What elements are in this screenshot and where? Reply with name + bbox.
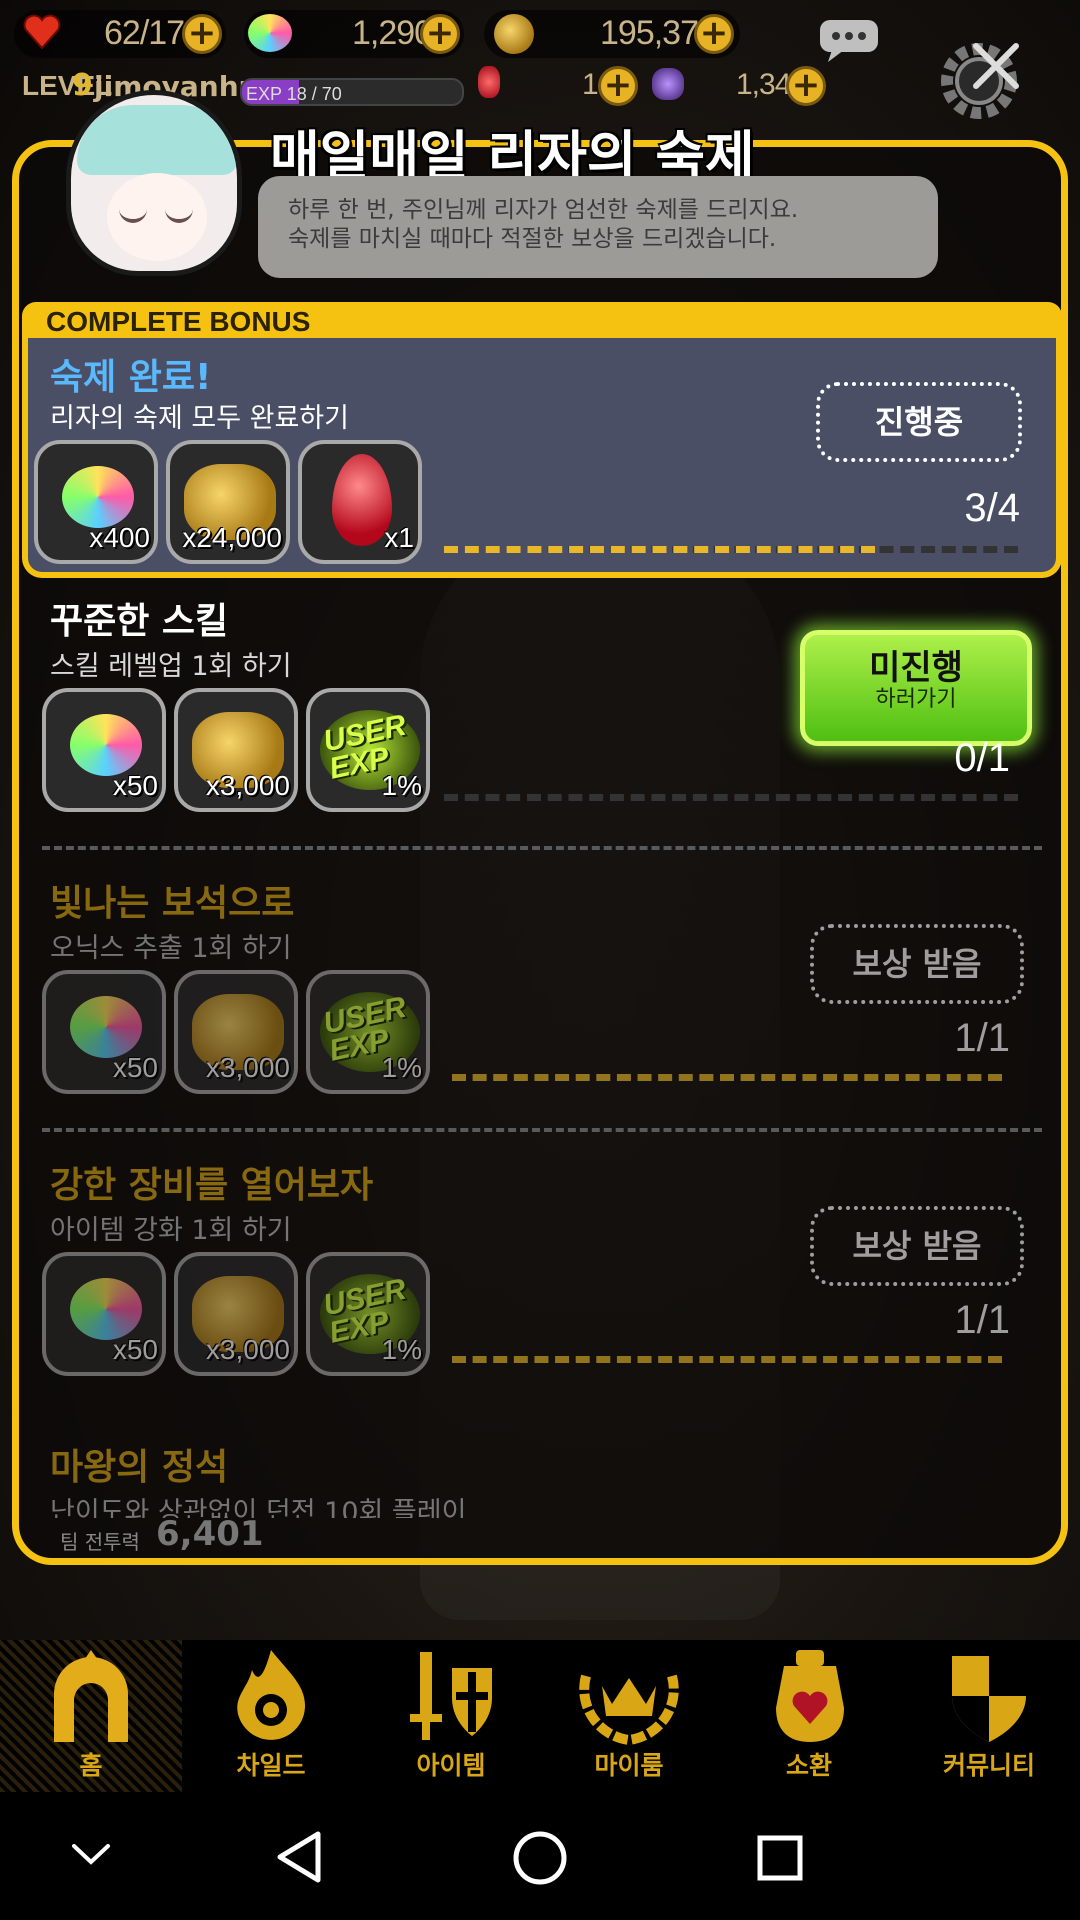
shield-crest-icon (952, 1656, 1026, 1742)
reward-user-exp: USER EXP 1% (306, 688, 430, 812)
complete-bonus-label: COMPLETE BONUS (46, 306, 311, 337)
exp-text: EXP 18 / 70 (246, 84, 342, 104)
hearts-value: 62/17 (104, 14, 185, 52)
team-power-label: 팀 전투력 (60, 1530, 140, 1554)
quest-subtitle: 오닉스 추출 1회 하기 (50, 933, 292, 964)
team-power-value: 6,401 (156, 1514, 264, 1554)
gem-icon (70, 714, 142, 776)
back-triangle-icon[interactable] (274, 1830, 324, 1884)
divider (42, 846, 1042, 850)
nav-item[interactable]: 아이템 (362, 1640, 540, 1792)
reward-gold: x3,000 (174, 688, 298, 812)
red-crystal-icon (332, 454, 392, 546)
quest-title: 빛나는 보석으로 (50, 883, 295, 924)
quest-progress-fill (452, 1356, 1002, 1363)
reward-gold: x24,000 (166, 440, 290, 564)
speech-text: 하루 한 번, 주인님께 리자가 엄선한 숙제를 드리지요. 숙제를 마치실 때… (288, 197, 799, 252)
nav-community[interactable]: 커뮤니티 (900, 1640, 1078, 1792)
gem-icon (62, 466, 134, 528)
reward-user-exp: USER EXP 1% (306, 970, 430, 1094)
gem-icon (248, 14, 292, 52)
quest-title: 꾸준한 스킬 (50, 601, 229, 642)
nav-myroom[interactable]: 마이룸 (540, 1640, 718, 1792)
chat-icon[interactable] (818, 18, 880, 64)
nav-child[interactable]: 차일드 (182, 1640, 360, 1792)
reward-gold: x3,000 (174, 1252, 298, 1376)
quest-progress-fill (452, 1074, 1002, 1081)
quest-title: 마왕의 정석 (50, 1447, 229, 1488)
quest-progress: 1/1 (954, 1016, 1010, 1060)
quest-title: 강한 장비를 열어보자 (50, 1165, 374, 1206)
go-do-quest-button[interactable]: 미진행 하러가기 (800, 630, 1032, 746)
complete-bonus-title: 숙제 완료! (50, 357, 212, 398)
button-label: 미진행 (869, 648, 963, 688)
reward-gem: x50 (42, 688, 166, 812)
reward-user-exp: USER EXP 1% (306, 1252, 430, 1376)
purple-stone-icon (652, 68, 684, 100)
add-purple-stones-button[interactable]: + (786, 66, 826, 106)
in-progress-button[interactable]: 진행중 (816, 382, 1022, 462)
heart-potion-icon (776, 1650, 844, 1742)
complete-bonus-progress-fill (444, 546, 875, 553)
sword-shield-icon (410, 1652, 492, 1740)
reward-received-button[interactable]: 보상 받음 (810, 1206, 1024, 1286)
home-arch-icon (54, 1650, 128, 1742)
nav-summon[interactable]: 소환 (720, 1640, 898, 1792)
flame-eye-icon (237, 1650, 306, 1740)
nav-home[interactable]: 홈 (2, 1640, 180, 1792)
recents-square-icon[interactable] (756, 1834, 804, 1882)
level-value: 9 (72, 68, 93, 103)
gem-icon (70, 996, 142, 1058)
quest-subtitle: 아이템 강화 1회 하기 (50, 1215, 292, 1246)
red-stones-value: 1 (582, 68, 599, 101)
divider (42, 1128, 1042, 1132)
quest-subtitle: 스킬 레벨업 1회 하기 (50, 651, 292, 682)
reward-red-crystal: x1 (298, 440, 422, 564)
chevron-down-icon[interactable] (70, 1838, 112, 1868)
reward-gem: x50 (42, 970, 166, 1094)
reward-gem: x400 (34, 440, 158, 564)
button-sublabel: 하러가기 (875, 687, 957, 712)
quest-progress: 1/1 (954, 1298, 1010, 1342)
add-gold-button[interactable]: + (694, 14, 734, 54)
reward-gold: x3,000 (174, 970, 298, 1094)
complete-bonus-progress-track (444, 546, 1018, 554)
heart-icon (22, 12, 62, 52)
quest-progress: 0/1 (954, 736, 1010, 780)
gem-icon (70, 1278, 142, 1340)
red-stone-icon (478, 66, 500, 98)
crown-laurel-icon (579, 1674, 679, 1746)
quest-progress-track (444, 794, 1018, 801)
liza-avatar (66, 90, 242, 276)
add-gems-button[interactable]: + (420, 14, 460, 54)
reward-received-button[interactable]: 보상 받음 (810, 924, 1024, 1004)
complete-bonus-subtitle: 리자의 숙제 모두 완료하기 (50, 403, 349, 434)
home-circle-icon[interactable] (512, 1830, 568, 1886)
close-icon[interactable] (968, 38, 1024, 94)
complete-bonus-progress: 3/4 (964, 486, 1020, 530)
add-red-stones-button[interactable]: + (598, 66, 638, 106)
gold-coin-icon (494, 14, 534, 54)
reward-gem: x50 (42, 1252, 166, 1376)
add-hearts-button[interactable]: + (182, 14, 222, 54)
